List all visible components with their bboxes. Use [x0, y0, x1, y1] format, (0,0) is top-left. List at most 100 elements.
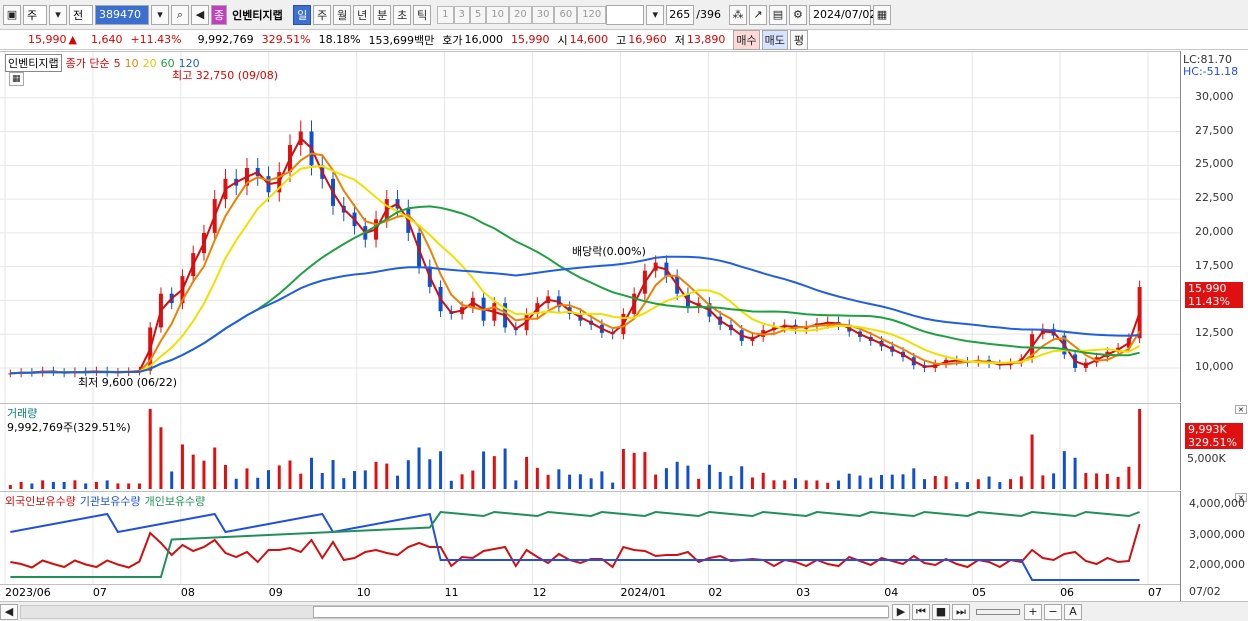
volume-bar [987, 476, 991, 489]
stock-code-input[interactable]: 389470 [95, 4, 149, 25]
ask-price: 16,000 [464, 33, 504, 46]
num-button-3[interactable]: 3 [453, 5, 470, 24]
calendar-icon[interactable]: ▦ [872, 4, 891, 25]
ma-line-10 [10, 152, 1141, 375]
speaker-icon[interactable]: ◀ [191, 4, 209, 25]
current-rate-value: 11.43% [1188, 295, 1230, 308]
legend-stock-name: 인벤티지랩 [5, 54, 62, 72]
tab-month[interactable]: 월 [333, 4, 352, 25]
low-annotation: 최저 9,600 (06/22) [78, 376, 178, 389]
volume-bar [191, 454, 195, 489]
volume-chart[interactable] [0, 404, 1180, 491]
num-button-120[interactable]: 120 [577, 5, 607, 24]
price-change: 1,640 [90, 33, 123, 46]
tab-second[interactable]: 초 [393, 4, 412, 25]
scrollbar-thumb[interactable] [313, 605, 889, 618]
scroll-left-icon[interactable]: ◀ [0, 603, 18, 620]
volume-y-axis: ✕ 9,993K 329.51% 5,000K [1180, 403, 1248, 490]
volume-bar [41, 480, 45, 489]
x-tick: 10 [356, 586, 371, 599]
volume: 9,992,769 [197, 33, 254, 46]
volume-bar [213, 447, 217, 489]
volume-bar [858, 475, 862, 489]
x-tick: 05 [972, 586, 987, 599]
volume-bar [890, 474, 894, 489]
next-icon[interactable]: ⏭ [952, 603, 970, 620]
num-button-1[interactable]: 1 [437, 5, 454, 24]
date-input[interactable]: 2024/07/02 [808, 4, 876, 25]
volume-bar [1009, 479, 1013, 489]
volume-bar [385, 463, 389, 489]
volume-bar [202, 460, 206, 489]
volume-bar [675, 461, 679, 489]
close-icon[interactable]: ✕ [1235, 405, 1247, 414]
volume-bar [1073, 457, 1077, 489]
period-main-select[interactable]: 주 [23, 4, 47, 25]
tab-day[interactable]: 일 [293, 4, 312, 25]
chevron-down-icon[interactable]: ▾ [646, 4, 665, 25]
num-button-60[interactable]: 60 [554, 5, 578, 24]
volume-bar [1019, 476, 1023, 489]
zoom-out-icon[interactable]: − [1044, 603, 1062, 620]
volume-bar [439, 451, 443, 489]
zoom-in-icon[interactable]: + [1024, 603, 1042, 620]
high-annotation: 최고 32,750 (09/08) [172, 69, 279, 82]
search-icon[interactable]: ⌕ [171, 4, 189, 25]
sell-button[interactable]: 매도 [761, 29, 788, 50]
draw-icon[interactable]: ↗ [748, 4, 767, 25]
volume-bar [686, 465, 690, 489]
buy-button[interactable]: 매수 [733, 29, 760, 50]
volume-bar [707, 464, 711, 489]
price-tick: 27,500 [1195, 123, 1234, 137]
volume-bar [718, 471, 722, 489]
period-sub-select[interactable]: 전 [69, 4, 93, 25]
volume-bar [1138, 409, 1142, 489]
volume-bar [1084, 473, 1088, 489]
price-chart[interactable] [0, 52, 1180, 403]
volume-bar [8, 485, 12, 489]
custom-period-input[interactable] [606, 4, 645, 25]
volume-value-text: 9,992,769주(329.51%) [7, 421, 131, 434]
volume-bar [664, 468, 668, 489]
legend-institution: 기관보유수량 [79, 495, 141, 508]
volume-bar [729, 475, 733, 489]
count-input[interactable]: 265 [666, 4, 695, 25]
trade-amount: 153,699백만 [368, 33, 435, 47]
volume-bar [320, 473, 324, 489]
volume-bar [525, 456, 529, 489]
volume-bar [643, 452, 647, 489]
chart-type-icon[interactable]: ⁂ [728, 4, 747, 25]
num-button-20[interactable]: 20 [508, 5, 532, 24]
holdings-tick-2m: 2,000,000 [1189, 558, 1245, 571]
save-icon[interactable]: ▤ [768, 4, 787, 25]
gear-icon[interactable]: ⚙ [788, 4, 807, 25]
horizontal-scrollbar[interactable] [20, 604, 889, 619]
window-icon[interactable]: ▣ [3, 4, 21, 25]
event-annotation: 배당락(0.00%) [572, 245, 646, 258]
chevron-down-icon[interactable]: ▾ [49, 4, 67, 25]
table-icon[interactable]: ▦ [9, 72, 24, 86]
volume-bar [1030, 434, 1034, 489]
zoom-slider[interactable] [976, 608, 1020, 615]
legend-individual: 개인보유수량 [144, 495, 206, 508]
chevron-down-icon[interactable]: ▾ [151, 4, 169, 25]
tab-tick[interactable]: 틱 [413, 4, 432, 25]
font-icon[interactable]: A [1064, 603, 1082, 620]
tab-year[interactable]: 년 [353, 4, 372, 25]
stop-icon[interactable]: ■ [932, 603, 950, 620]
tab-week[interactable]: 주 [313, 4, 332, 25]
tab-minute[interactable]: 분 [373, 4, 392, 25]
volume-bar [159, 427, 163, 489]
volume-bar [62, 481, 66, 489]
num-button-10[interactable]: 10 [486, 5, 509, 24]
volume-bar [557, 469, 561, 489]
first-icon[interactable]: ⏮ [912, 603, 930, 620]
volume-bar [127, 483, 131, 489]
num-button-30[interactable]: 30 [531, 5, 555, 24]
scroll-right-icon[interactable]: ▶ [892, 603, 910, 620]
average-button[interactable]: 평 [789, 29, 808, 50]
volume-bar [492, 456, 496, 489]
volume-bar [826, 482, 830, 489]
num-button-5[interactable]: 5 [469, 5, 487, 24]
volume-bar [105, 480, 109, 489]
